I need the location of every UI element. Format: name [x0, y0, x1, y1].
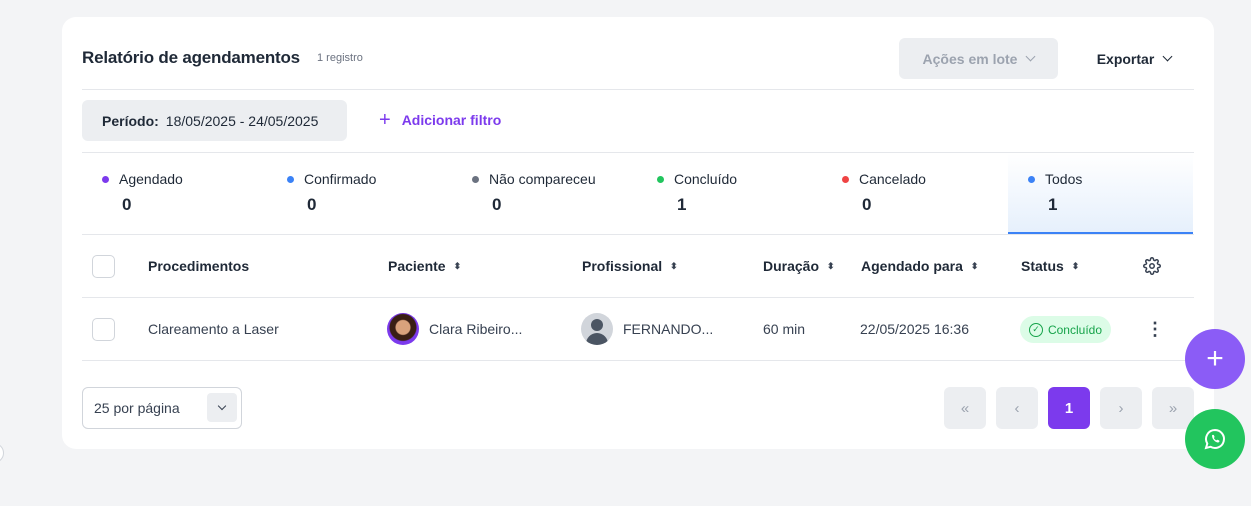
status-tab-label: Não compareceu	[489, 171, 596, 187]
column-header-procedimentos: Procedimentos	[148, 258, 250, 274]
bulk-actions-label: Ações em lote	[922, 50, 1018, 67]
column-header-agendado-para[interactable]: Agendado para ⬍	[861, 258, 978, 274]
cell-professional[interactable]: FERNANDO...	[623, 321, 713, 337]
divider	[82, 234, 1194, 235]
export-button[interactable]: Exportar	[1072, 38, 1196, 79]
report-card: Relatório de agendamentos 1 registro Açõ…	[62, 17, 1214, 449]
column-header-status[interactable]: Status ⬍	[1021, 258, 1079, 274]
row-checkbox[interactable]	[92, 318, 115, 341]
status-dot-icon	[102, 175, 109, 183]
cell-patient[interactable]: Clara Ribeiro...	[429, 321, 522, 337]
status-dot-icon	[287, 175, 294, 183]
sort-icon: ⬍	[453, 260, 462, 271]
status-tab-count: 0	[122, 195, 132, 214]
status-tab-label: Todos	[1045, 171, 1083, 187]
period-label: Período:	[102, 112, 159, 129]
plus-icon: +	[379, 109, 391, 131]
status-dot-icon	[842, 175, 849, 183]
status-badge-label: Concluído	[1047, 322, 1103, 337]
record-count: 1 registro	[317, 52, 363, 64]
chevron-down-icon	[217, 401, 227, 410]
status-tab-label: Confirmado	[304, 171, 377, 187]
column-settings-gear-icon[interactable]	[1143, 257, 1161, 275]
chevron-down-icon	[1162, 51, 1173, 62]
period-filter-chip[interactable]: Período: 18/05/2025 - 24/05/2025	[82, 100, 347, 141]
status-tab-count: 0	[307, 195, 317, 214]
status-tab-count: 0	[492, 195, 502, 214]
chevron-down-icon	[1026, 51, 1036, 62]
status-tab-confirmado[interactable]: Confirmado 0	[267, 153, 452, 235]
plus-icon: +	[1206, 342, 1224, 375]
status-tab-concluido[interactable]: Concluído 1	[637, 153, 822, 235]
whatsapp-icon	[1204, 428, 1225, 450]
status-tab-count: 1	[1048, 195, 1058, 214]
status-tab-label: Agendado	[119, 171, 183, 187]
column-header-paciente[interactable]: Paciente ⬍	[388, 258, 461, 274]
sort-icon: ⬍	[1071, 260, 1080, 271]
sort-icon: ⬍	[970, 260, 979, 271]
add-filter-label: Adicionar filtro	[401, 112, 502, 128]
cell-procedure[interactable]: Clareamento a Laser	[148, 321, 279, 337]
bulk-actions-button[interactable]: Ações em lote	[899, 38, 1058, 79]
period-value: 18/05/2025 - 24/05/2025	[165, 112, 319, 129]
status-tab-count: 0	[862, 195, 872, 214]
professional-avatar	[581, 313, 613, 345]
page-button-current[interactable]: 1	[1048, 387, 1090, 429]
status-tab-nao-compareceu[interactable]: Não compareceu 0	[452, 153, 637, 235]
first-page-button[interactable]: «	[944, 387, 986, 429]
per-page-select[interactable]: 25 por página	[82, 387, 242, 429]
status-tab-count: 1	[677, 195, 687, 214]
last-page-button[interactable]: »	[1152, 387, 1194, 429]
patient-avatar	[387, 313, 419, 345]
cell-scheduled-for: 22/05/2025 16:36	[860, 321, 969, 337]
status-dot-icon	[1028, 175, 1035, 183]
sort-icon: ⬍	[827, 260, 835, 271]
side-panel-handle[interactable]	[0, 443, 4, 463]
status-tab-label: Concluído	[674, 171, 738, 187]
add-appointment-fab[interactable]: +	[1185, 329, 1245, 389]
column-header-duracao[interactable]: Duração ⬍	[763, 258, 835, 274]
export-label: Exportar	[1096, 50, 1155, 67]
per-page-value: 25 por página	[94, 400, 180, 416]
status-dot-icon	[657, 175, 664, 183]
select-all-checkbox[interactable]	[92, 255, 115, 278]
per-page-dropdown-button[interactable]	[207, 393, 237, 422]
add-filter-button[interactable]: + Adicionar filtro	[379, 109, 502, 131]
whatsapp-fab[interactable]	[1185, 409, 1245, 469]
check-circle-icon: ✓	[1028, 322, 1043, 337]
column-header-profissional[interactable]: Profissional ⬍	[582, 258, 678, 274]
status-tab-label: Cancelado	[859, 171, 926, 187]
prev-page-button[interactable]: ‹	[996, 387, 1038, 429]
cell-duration: 60 min	[763, 321, 806, 337]
divider	[82, 297, 1194, 298]
divider	[82, 89, 1194, 90]
next-page-button[interactable]: ›	[1100, 387, 1142, 429]
page-title: Relatório de agendamentos	[82, 48, 300, 67]
row-more-options-icon[interactable]: ⋮	[1146, 319, 1164, 339]
divider	[82, 360, 1194, 361]
status-dot-icon	[472, 175, 479, 183]
status-badge: ✓ Concluído	[1020, 316, 1111, 343]
status-tab-cancelado[interactable]: Cancelado 0	[822, 153, 1008, 235]
status-tab-todos[interactable]: Todos 1	[1008, 153, 1193, 235]
status-tab-agendado[interactable]: Agendado 0	[82, 153, 267, 235]
sort-icon: ⬍	[670, 260, 678, 271]
